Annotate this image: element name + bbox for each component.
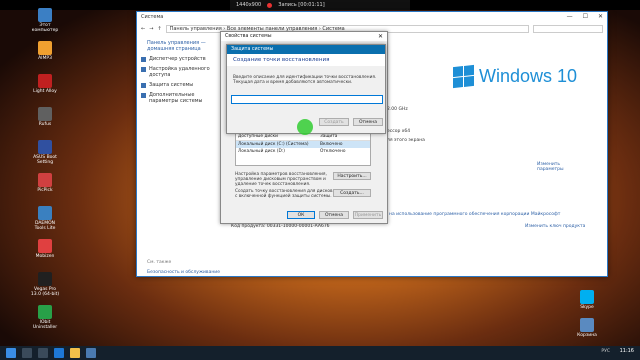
- app-icon: [38, 107, 52, 121]
- taskbar: РУС 11:16: [0, 346, 640, 360]
- app-icon: [38, 140, 52, 154]
- system-protection-link[interactable]: Защита системы: [137, 80, 227, 90]
- cpu-arch: ессор x64: [387, 129, 411, 134]
- remote-access-link[interactable]: Настройка удаленного доступа: [137, 64, 227, 80]
- app-icon: [38, 8, 52, 22]
- home-link[interactable]: Панель управления — домашняя страница: [137, 38, 227, 54]
- device-manager-link[interactable]: Диспетчер устройств: [137, 54, 227, 64]
- back-icon[interactable]: ←: [141, 26, 145, 32]
- app-icon: [580, 318, 594, 332]
- list-item[interactable]: Локальный диск (D:) Отключено: [236, 148, 370, 155]
- app-icon: [38, 173, 52, 187]
- up-icon[interactable]: ↑: [157, 26, 161, 32]
- ok-button[interactable]: ОК: [287, 211, 315, 219]
- desktop-icon[interactable]: Этот компьютер: [30, 8, 60, 33]
- advanced-settings-link[interactable]: Дополнительные параметры системы: [137, 90, 227, 106]
- close-icon[interactable]: ✕: [378, 33, 383, 40]
- desktop-icon[interactable]: Rufus: [30, 107, 60, 127]
- desktop-icon[interactable]: ASUS Boot Setting: [30, 140, 60, 165]
- mouse-cursor-highlight: [297, 119, 313, 135]
- apply-button[interactable]: Применить: [353, 211, 383, 219]
- app-icon: [38, 41, 52, 55]
- restore-point-description-input[interactable]: [231, 95, 383, 104]
- desktop-icon[interactable]: DAEMON Tools Lite: [30, 206, 60, 231]
- record-icon: [267, 2, 273, 8]
- window-title: Система: [141, 14, 164, 20]
- desktop-icon-label: Этот компьютер: [31, 23, 59, 33]
- configure-text: Настройка параметров восстановления, упр…: [235, 172, 327, 187]
- list-item[interactable]: Локальный диск (C:) (Система) Включено: [236, 141, 370, 148]
- windows-flag-icon: [453, 64, 474, 89]
- left-pane: Панель управления — домашняя страница Ди…: [137, 38, 227, 276]
- subdialog-description: Введите описание для идентификации точки…: [233, 75, 377, 85]
- subdialog-heading: Создание точки восстановления: [227, 54, 385, 66]
- change-params-link[interactable]: Изменить параметры: [537, 162, 571, 172]
- desktop-icon[interactable]: Mobizen: [30, 239, 60, 259]
- desktop-icon-label: PicPick: [37, 188, 53, 193]
- file-explorer-icon[interactable]: [70, 348, 80, 358]
- app-icon: [38, 206, 52, 220]
- desktop-icon-label: ASUS Boot Setting: [33, 155, 57, 165]
- edge-icon[interactable]: [54, 348, 64, 358]
- app-icon: [38, 74, 52, 88]
- change-key-link[interactable]: Изменить ключ продукта: [525, 224, 585, 229]
- windows-logo: Windows 10: [453, 64, 578, 89]
- desktop-icon-label: AIMP3: [38, 56, 52, 61]
- shield-icon: [141, 67, 146, 72]
- desktop-icon-label: Skype: [580, 305, 594, 310]
- desktop-icon[interactable]: PicPick: [30, 173, 60, 193]
- shield-icon: [141, 83, 146, 88]
- app-icon: [38, 272, 52, 286]
- pen-info: ля этого экрана: [387, 138, 425, 143]
- recorder-bar: 1440x900 Запись [00:01:11]: [230, 0, 410, 10]
- desktop-icon[interactable]: Light Alloy: [30, 74, 60, 94]
- cpu-freq: 2.00 GHz: [387, 107, 408, 112]
- desktop-icon-label: Корзина: [577, 333, 597, 338]
- desktop-icon-label: IObit Uninstaller: [32, 320, 58, 330]
- subdialog-cancel-button[interactable]: Отмена: [353, 118, 383, 126]
- language-indicator[interactable]: РУС: [601, 349, 610, 354]
- desktop-icon-label: Mobizen: [35, 254, 55, 259]
- maximize-icon[interactable]: ☐: [583, 13, 588, 20]
- minimize-icon[interactable]: —: [567, 13, 573, 20]
- see-also-label: См. также: [147, 260, 172, 265]
- close-icon[interactable]: ✕: [598, 13, 603, 20]
- desktop-icon[interactable]: Корзина: [572, 318, 602, 338]
- desktop: 1440x900 Запись [00:01:11] Этот компьюте…: [0, 0, 640, 360]
- shield-icon: [141, 93, 146, 98]
- desktop-icon-label: DAEMON Tools Lite: [34, 221, 56, 231]
- cancel-button[interactable]: Отмена: [319, 211, 349, 219]
- start-icon[interactable]: [6, 348, 16, 358]
- search-icon[interactable]: [22, 348, 32, 358]
- desktop-icon[interactable]: Skype: [572, 290, 602, 310]
- forward-icon[interactable]: →: [149, 26, 153, 32]
- app-icon: [38, 305, 52, 319]
- record-status: Запись [00:01:11]: [278, 2, 325, 8]
- app-icon: [38, 239, 52, 253]
- desktop-icon-label: Vegas Pro 13.0 (64-bit): [30, 287, 60, 297]
- desktop-icon-label: Rufus: [38, 122, 52, 127]
- create-point-button[interactable]: Создать: [319, 118, 349, 126]
- app-icon: [580, 290, 594, 304]
- configure-button[interactable]: Настроить...: [333, 172, 371, 180]
- resolution-text: 1440x900: [236, 2, 262, 8]
- product-code: Код продукта: 00331-10000-00001-AA676: [231, 224, 330, 229]
- create-text: Создать точку восстановления для дисков …: [235, 189, 333, 199]
- desktop-icon[interactable]: Vegas Pro 13.0 (64-bit): [30, 272, 60, 297]
- subdialog-title: Защита системы: [227, 45, 385, 54]
- create-button[interactable]: Создать...: [333, 189, 371, 197]
- security-link[interactable]: Безопасность и обслуживание: [147, 270, 220, 275]
- shield-icon: [141, 57, 146, 62]
- license-link[interactable]: на использование программного обеспечени…: [389, 212, 560, 217]
- control-panel-icon[interactable]: [86, 348, 96, 358]
- desktop-icon[interactable]: IObit Uninstaller: [30, 305, 60, 330]
- drives-list[interactable]: Доступные диски Защита Локальный диск (C:…: [235, 132, 371, 166]
- desktop-icon[interactable]: AIMP3: [30, 41, 60, 61]
- desktop-icon-label: Light Alloy: [33, 89, 57, 94]
- dialog-title: Свойства системы: [221, 32, 387, 41]
- windows-logo-text: Windows 10: [479, 66, 578, 86]
- task-view-icon[interactable]: [38, 348, 48, 358]
- search-input[interactable]: [533, 25, 603, 33]
- clock[interactable]: 11:16: [620, 348, 634, 354]
